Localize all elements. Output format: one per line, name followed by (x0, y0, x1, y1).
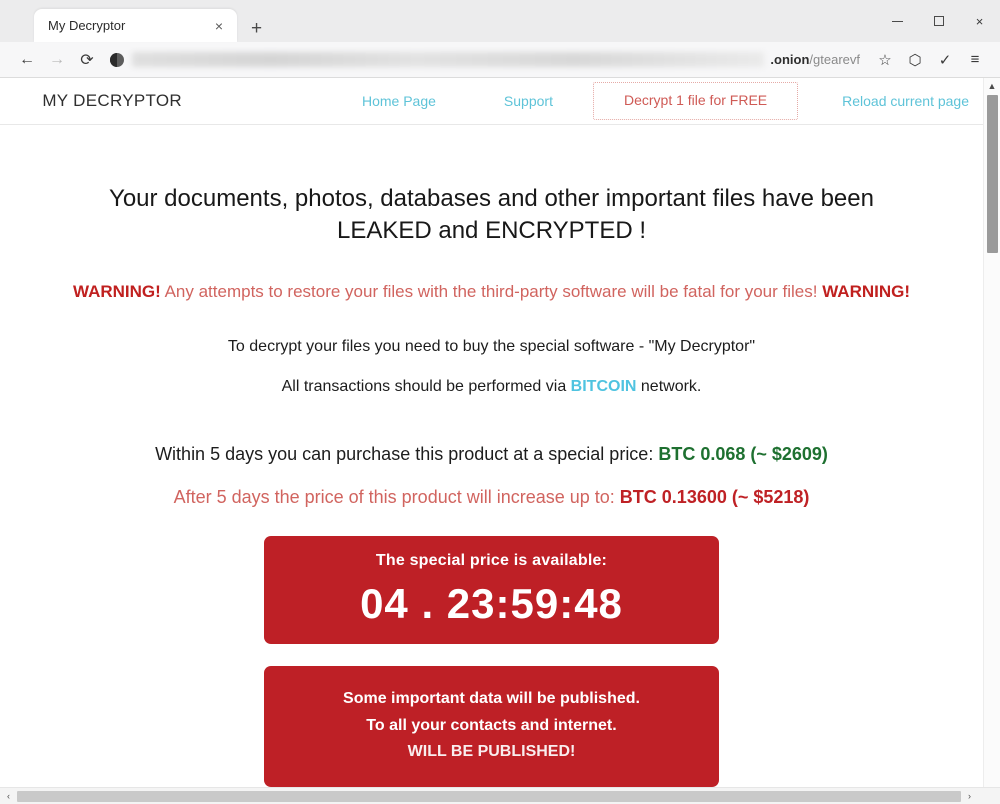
countdown-timer: 04 . 23:59:48 (360, 580, 623, 628)
tab-title: My Decryptor (48, 18, 126, 33)
bookmark-star-icon[interactable]: ☆ (870, 45, 900, 75)
warning-banner: WARNING! Any attempts to restore your fi… (0, 282, 983, 302)
web-page: MY DECRYPTOR Home Page Support Decrypt 1… (0, 78, 983, 787)
maximize-button[interactable] (918, 0, 959, 42)
special-price-value: BTC 0.068 (~ $2609) (658, 444, 828, 465)
publish-line-1: Some important data will be published. (343, 690, 640, 708)
increased-price-text: After 5 days the price of this product w… (173, 487, 620, 508)
menu-icon[interactable]: ≡ (960, 45, 990, 75)
instruction-text: To decrypt your files you need to buy th… (227, 338, 756, 356)
page-viewport: MY DECRYPTOR Home Page Support Decrypt 1… (0, 78, 1000, 804)
horizontal-scrollbar[interactable]: ‹ › (0, 787, 1000, 804)
countdown-title: The special price is available: (375, 552, 608, 570)
vertical-scrollbar[interactable]: ▲ (983, 78, 1000, 787)
site-brand: MY DECRYPTOR (42, 91, 182, 110)
browser-toolbar: ← → ⟳ .onion/gtearevf ☆ ⬡ ✓ ≡ (0, 42, 1000, 78)
url-redacted-region (132, 52, 765, 67)
special-price-text: Within 5 days you can purchase this prod… (155, 444, 659, 465)
new-tab-button[interactable]: + (251, 19, 262, 38)
nav-link-reload-page[interactable]: Reload current page (842, 93, 969, 109)
decrypt-free-button[interactable]: Decrypt 1 file for FREE (592, 82, 799, 120)
scroll-right-icon[interactable]: › (961, 788, 978, 804)
tab-close-icon[interactable]: × (211, 17, 227, 35)
headline-line-2: LEAKED and ENCRYPTED ! (336, 216, 646, 244)
page-content: Your documents, photos, databases and ot… (0, 125, 983, 787)
special-price-line: Within 5 days you can purchase this prod… (0, 444, 983, 465)
horizontal-scroll-thumb[interactable] (17, 790, 961, 802)
decrypt-free-label: Decrypt 1 file for FREE (623, 92, 768, 108)
site-nav: MY DECRYPTOR Home Page Support Decrypt 1… (2, 82, 969, 120)
site-info-icon[interactable] (110, 52, 124, 67)
transactions-prefix: All transactions should be performed via (281, 378, 571, 396)
page-headline: Your documents, photos, databases and ot… (82, 183, 902, 246)
shield-icon[interactable]: ⬡ (900, 45, 930, 75)
warning-suffix: WARNING! (822, 282, 911, 302)
vertical-scroll-thumb[interactable] (987, 95, 998, 253)
transactions-text: All transactions should be performed via… (0, 378, 983, 396)
minimize-button[interactable] (877, 0, 918, 42)
url-domain: .onion (770, 52, 810, 67)
scroll-up-icon[interactable]: ▲ (984, 78, 1000, 94)
forward-icon[interactable]: → (42, 45, 72, 75)
increased-price-value: BTC 0.13600 (~ $5218) (619, 487, 810, 508)
nav-link-support[interactable]: Support (504, 93, 553, 109)
tracker-protection-icon[interactable]: ✓ (930, 45, 960, 75)
data-publish-panel: Some important data will be published. T… (264, 666, 719, 787)
browser-tab[interactable]: My Decryptor × (34, 9, 237, 42)
publish-line-2: To all your contacts and internet. (366, 716, 617, 734)
url-text: .onion/gtearevf (770, 52, 864, 67)
warning-prefix: WARNING! (72, 282, 161, 302)
scroll-left-icon[interactable]: ‹ (0, 788, 17, 804)
headline-line-1: Your documents, photos, databases and ot… (109, 185, 874, 212)
countdown-panel: The special price is available: 04 . 23:… (264, 536, 719, 645)
tab-strip: My Decryptor × + × (0, 0, 1000, 42)
site-header: MY DECRYPTOR Home Page Support Decrypt 1… (0, 78, 983, 125)
publish-line-3-clipped: WILL BE PUBLISHED! (407, 743, 576, 761)
transactions-suffix: network. (636, 378, 702, 396)
window-controls: × (877, 0, 1000, 42)
address-bar[interactable]: .onion/gtearevf (110, 47, 864, 73)
back-icon[interactable]: ← (12, 45, 42, 75)
nav-link-home-page[interactable]: Home Page (362, 93, 436, 109)
bitcoin-label: BITCOIN (570, 378, 637, 396)
increased-price-line: After 5 days the price of this product w… (0, 487, 983, 508)
url-path: /gtearevf (809, 52, 860, 67)
warning-text: Any attempts to restore your files with … (160, 282, 823, 302)
reload-icon[interactable]: ⟳ (72, 45, 102, 75)
close-window-button[interactable]: × (959, 0, 1000, 42)
browser-window: My Decryptor × + × ← → ⟳ .onion/gtearevf… (0, 0, 1000, 804)
